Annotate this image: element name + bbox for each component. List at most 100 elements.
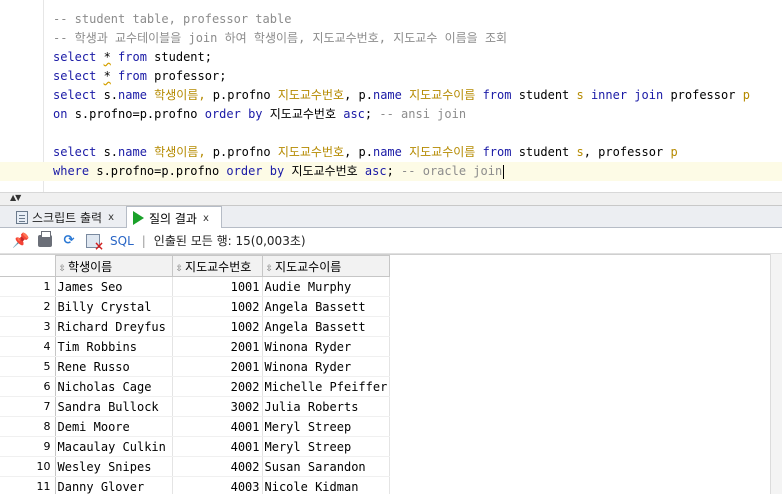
table-row[interactable]: 10 Wesley Snipes 4002 Susan Sarandon <box>0 456 391 477</box>
cell-professor-no[interactable]: 2001 <box>172 336 263 357</box>
row-number: 1 <box>0 276 56 297</box>
cell-student-name[interactable]: Billy Crystal <box>55 296 173 317</box>
cell-professor-no[interactable]: 2001 <box>172 356 263 377</box>
cell-student-name[interactable]: Rene Russo <box>55 356 173 377</box>
code-line[interactable]: on s.profno=p.profno order by 지도교수번호 asc… <box>53 105 782 124</box>
code-line[interactable]: -- student table, professor table <box>53 10 782 29</box>
cell-student-name[interactable]: Demi Moore <box>55 416 173 437</box>
table-row[interactable]: 3 Richard Dreyfus 1002 Angela Bassett <box>0 316 391 337</box>
code-token: from <box>482 88 519 102</box>
code-token: * <box>103 50 111 64</box>
code-line[interactable] <box>53 124 782 143</box>
cell-professor-no[interactable]: 1002 <box>172 316 263 337</box>
code-token: p <box>670 145 678 159</box>
code-line[interactable]: select s.name 학생이름, p.profno 지도교수번호, p.n… <box>53 143 782 162</box>
cell-professor-name[interactable]: Meryl Streep <box>262 436 391 457</box>
cell-student-name[interactable]: Nicholas Cage <box>55 376 173 397</box>
code-token: s. <box>103 88 119 102</box>
splitter-arrows-icon[interactable]: ▲▼ <box>10 194 21 202</box>
cell-student-name[interactable]: Danny Glover <box>55 476 173 494</box>
export-icon <box>86 233 104 253</box>
row-number: 4 <box>0 336 56 357</box>
code-token: -- 학생과 교수테이블을 join 하여 학생이름, 지도교수번호, 지도교수… <box>53 31 508 45</box>
sql-button[interactable]: SQL <box>110 234 134 248</box>
table-row[interactable]: 9 Macaulay Culkin 4001 Meryl Streep <box>0 436 391 457</box>
cell-professor-no[interactable]: 4003 <box>172 476 263 494</box>
code-line[interactable]: select * from student; <box>53 48 782 67</box>
code-token: from <box>110 50 155 64</box>
cell-professor-name[interactable]: Nicole Kidman <box>262 476 391 494</box>
refresh-button[interactable]: ⟳ <box>60 232 78 250</box>
panel-splitter[interactable]: ▲▼ <box>0 192 782 206</box>
code-token: where <box>53 164 97 178</box>
cell-professor-name[interactable]: Angela Bassett <box>262 316 391 337</box>
vertical-scrollbar[interactable] <box>770 254 782 494</box>
column-header-professor-name[interactable]: ⇳ 지도교수이름 <box>261 255 391 277</box>
cell-professor-no[interactable]: 2002 <box>172 376 263 397</box>
table-row[interactable]: 2 Billy Crystal 1002 Angela Bassett <box>0 296 391 317</box>
code-token: 지도교수번호 <box>277 145 345 159</box>
code-token: from <box>482 145 519 159</box>
code-line[interactable]: -- 학생과 교수테이블을 join 하여 학생이름, 지도교수번호, 지도교수… <box>53 29 782 48</box>
table-row[interactable]: 11 Danny Glover 4003 Nicole Kidman <box>0 476 391 494</box>
tab-query-result[interactable]: 질의 결과 x <box>126 206 222 229</box>
cell-professor-name[interactable]: Audie Murphy <box>262 276 391 297</box>
output-tab-bar: 스크립트 출력 x 질의 결과 x <box>0 206 782 229</box>
cell-student-name[interactable]: Macaulay Culkin <box>55 436 173 457</box>
code-line[interactable]: select * from professor; <box>53 67 782 86</box>
code-token: p <box>742 88 750 102</box>
result-grid[interactable]: ⇳ 학생이름 ⇳ 지도교수번호 ⇳ 지도교수이름 1 James Seo 1001 Audi… <box>0 254 782 494</box>
code-token: -- ansi join <box>379 107 467 121</box>
cell-professor-no[interactable]: 4001 <box>172 416 263 437</box>
row-number: 7 <box>0 396 56 417</box>
cell-student-name[interactable]: James Seo <box>55 276 173 297</box>
table-row[interactable]: 6 Nicholas Cage 2002 Michelle Pfeiffer <box>0 376 391 397</box>
tab-script-output[interactable]: 스크립트 출력 x <box>10 206 124 228</box>
cell-professor-name[interactable]: Susan Sarandon <box>262 456 391 477</box>
column-header-professor-no[interactable]: ⇳ 지도교수번호 <box>171 255 263 277</box>
pin-button[interactable]: 📌 <box>12 232 30 250</box>
cell-professor-no[interactable]: 1002 <box>172 296 263 317</box>
sort-icon[interactable]: ⇳ <box>176 264 184 274</box>
cell-professor-no[interactable]: 3002 <box>172 396 263 417</box>
cell-professor-name[interactable]: Angela Bassett <box>262 296 391 317</box>
close-icon[interactable]: x <box>203 213 209 224</box>
code-line[interactable]: where s.profno=p.profno order by 지도교수번호 … <box>0 162 782 181</box>
code-token: 지도교수번호 <box>269 107 344 121</box>
sort-icon[interactable]: ⇳ <box>266 264 274 274</box>
code-area[interactable]: -- student table, professor table -- 학생과 … <box>0 10 782 181</box>
code-token: select <box>53 69 104 83</box>
cell-student-name[interactable]: Tim Robbins <box>55 336 173 357</box>
cell-student-name[interactable]: Richard Dreyfus <box>55 316 173 337</box>
sql-editor[interactable]: -- student table, professor table -- 학생과 … <box>0 0 782 192</box>
column-header-student-name[interactable]: ⇳ 학생이름 <box>54 255 173 277</box>
close-icon[interactable]: x <box>108 212 114 223</box>
code-token: 지도교수번호 <box>291 164 365 178</box>
table-row[interactable]: 7 Sandra Bullock 3002 Julia Roberts <box>0 396 391 417</box>
cell-professor-no[interactable]: 1001 <box>172 276 263 297</box>
sort-icon[interactable]: ⇳ <box>59 264 67 274</box>
print-button[interactable] <box>36 230 54 250</box>
export-button[interactable] <box>84 232 104 253</box>
toolbar-separator: | <box>141 233 146 248</box>
code-line[interactable]: select s.name 학생이름, p.profno 지도교수번호, p.n… <box>53 86 782 105</box>
row-number: 6 <box>0 376 56 397</box>
row-number-header <box>0 255 56 277</box>
cell-professor-no[interactable]: 4001 <box>172 436 263 457</box>
tab-script-output-label: 스크립트 출력 <box>32 210 103 225</box>
table-row[interactable]: 5 Rene Russo 2001 Winona Ryder <box>0 356 391 377</box>
cell-professor-name[interactable]: Julia Roberts <box>262 396 391 417</box>
code-token: inner join <box>590 88 671 102</box>
cell-student-name[interactable]: Sandra Bullock <box>55 396 173 417</box>
code-token: s.profno=p.profno <box>96 164 227 178</box>
table-row[interactable]: 4 Tim Robbins 2001 Winona Ryder <box>0 336 391 357</box>
cell-professor-name[interactable]: Meryl Streep <box>262 416 391 437</box>
cell-professor-name[interactable]: Michelle Pfeiffer <box>262 376 391 397</box>
cell-professor-name[interactable]: Winona Ryder <box>262 356 391 377</box>
table-row[interactable]: 1 James Seo 1001 Audie Murphy <box>0 276 391 297</box>
row-number: 11 <box>0 476 56 494</box>
cell-student-name[interactable]: Wesley Snipes <box>55 456 173 477</box>
cell-professor-name[interactable]: Winona Ryder <box>262 336 391 357</box>
cell-professor-no[interactable]: 4002 <box>172 456 263 477</box>
table-row[interactable]: 8 Demi Moore 4001 Meryl Streep <box>0 416 391 437</box>
